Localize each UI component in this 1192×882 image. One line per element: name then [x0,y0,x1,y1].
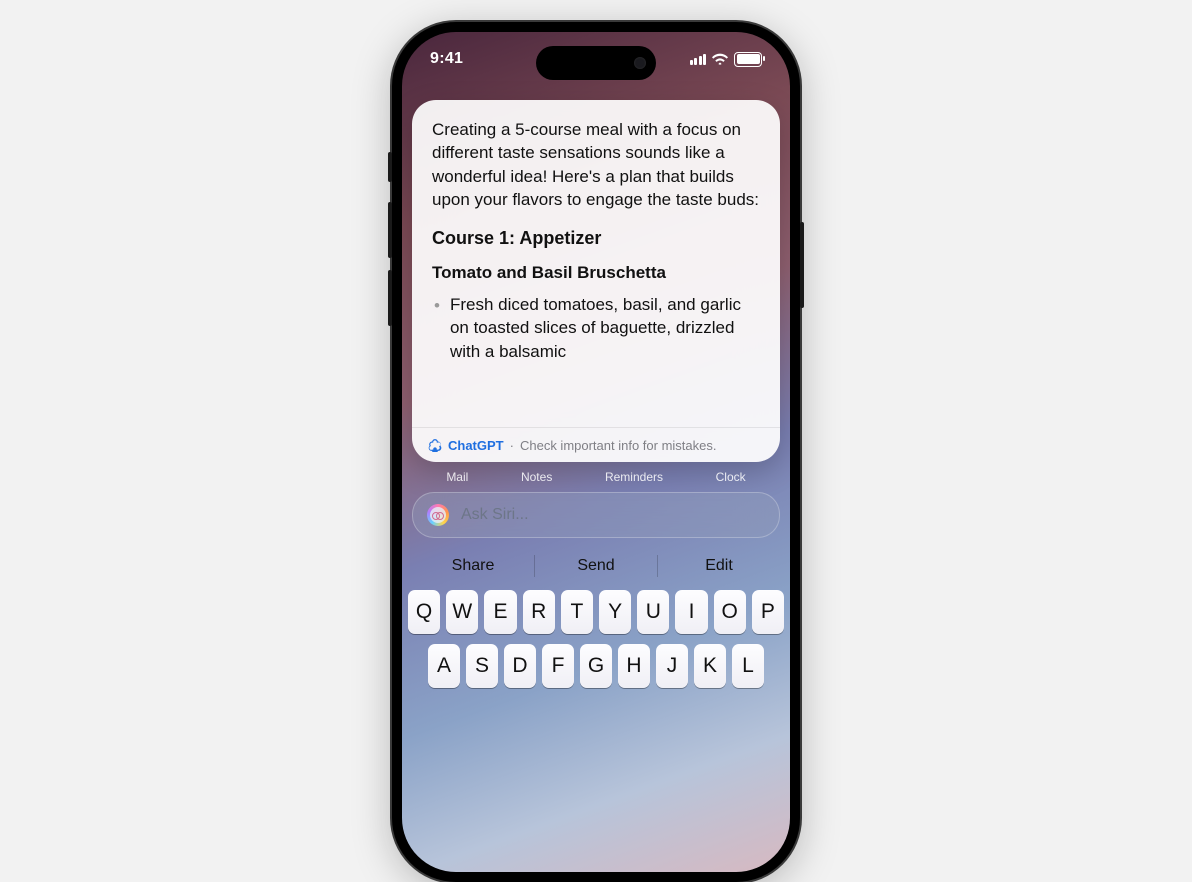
source-name[interactable]: ChatGPT [448,438,504,453]
key-t[interactable]: T [561,590,593,634]
keyboard-row-1: Q W E R T Y U I O P [408,590,784,634]
response-footer: ChatGPT · Check important info for mista… [412,427,780,462]
bullet-item: • Fresh diced tomatoes, basil, and garli… [432,293,760,363]
dock-label-mail: Mail [446,470,468,484]
wifi-icon [712,53,728,65]
action-bar: Share Send Edit [412,546,780,586]
side-button [800,222,804,308]
siri-icon [427,504,449,526]
response-body[interactable]: Creating a 5-course meal with a focus on… [412,100,780,427]
bullet-dot-icon: • [434,294,440,363]
source-separator: · [510,438,514,453]
key-a[interactable]: A [428,644,460,688]
key-y[interactable]: Y [599,590,631,634]
status-right [690,52,763,67]
iphone-frame: 9:41 Creating a 5-course meal with a foc… [392,22,800,882]
course-heading: Course 1: Appetizer [432,228,760,249]
key-p[interactable]: P [752,590,784,634]
send-button[interactable]: Send [535,557,657,575]
key-e[interactable]: E [484,590,516,634]
key-j[interactable]: J [656,644,688,688]
camera-icon [634,57,646,69]
dynamic-island [536,46,656,80]
volume-up-button [388,202,392,258]
key-l[interactable]: L [732,644,764,688]
key-u[interactable]: U [637,590,669,634]
cellular-icon [690,53,707,65]
key-r[interactable]: R [523,590,555,634]
key-d[interactable]: D [504,644,536,688]
dock-label-reminders: Reminders [605,470,663,484]
battery-icon [734,52,762,67]
dock-label-notes: Notes [521,470,552,484]
volume-down-button [388,270,392,326]
response-card: Creating a 5-course meal with a focus on… [412,100,780,462]
response-intro: Creating a 5-course meal with a focus on… [432,118,760,212]
key-o[interactable]: O [714,590,746,634]
dish-heading: Tomato and Basil Bruschetta [432,263,760,283]
bullet-text: Fresh diced tomatoes, basil, and garlic … [450,293,760,363]
keyboard-row-2: A S D F G H J K L [408,644,784,688]
key-s[interactable]: S [466,644,498,688]
siri-input-bar[interactable] [412,492,780,538]
screen: 9:41 Creating a 5-course meal with a foc… [402,32,790,872]
dock-labels: Mail Notes Reminders Clock [402,470,790,484]
key-g[interactable]: G [580,644,612,688]
edit-button[interactable]: Edit [658,557,780,575]
status-time: 9:41 [430,50,463,68]
key-w[interactable]: W [446,590,478,634]
key-i[interactable]: I [675,590,707,634]
dock-label-clock: Clock [716,470,746,484]
chatgpt-icon [428,438,442,452]
key-q[interactable]: Q [408,590,440,634]
silence-switch [388,152,392,182]
siri-input[interactable] [459,505,765,525]
disclaimer-text: Check important info for mistakes. [520,438,717,453]
keyboard: Q W E R T Y U I O P A S D F G H J K L [402,590,790,688]
key-f[interactable]: F [542,644,574,688]
key-h[interactable]: H [618,644,650,688]
key-k[interactable]: K [694,644,726,688]
share-button[interactable]: Share [412,557,534,575]
